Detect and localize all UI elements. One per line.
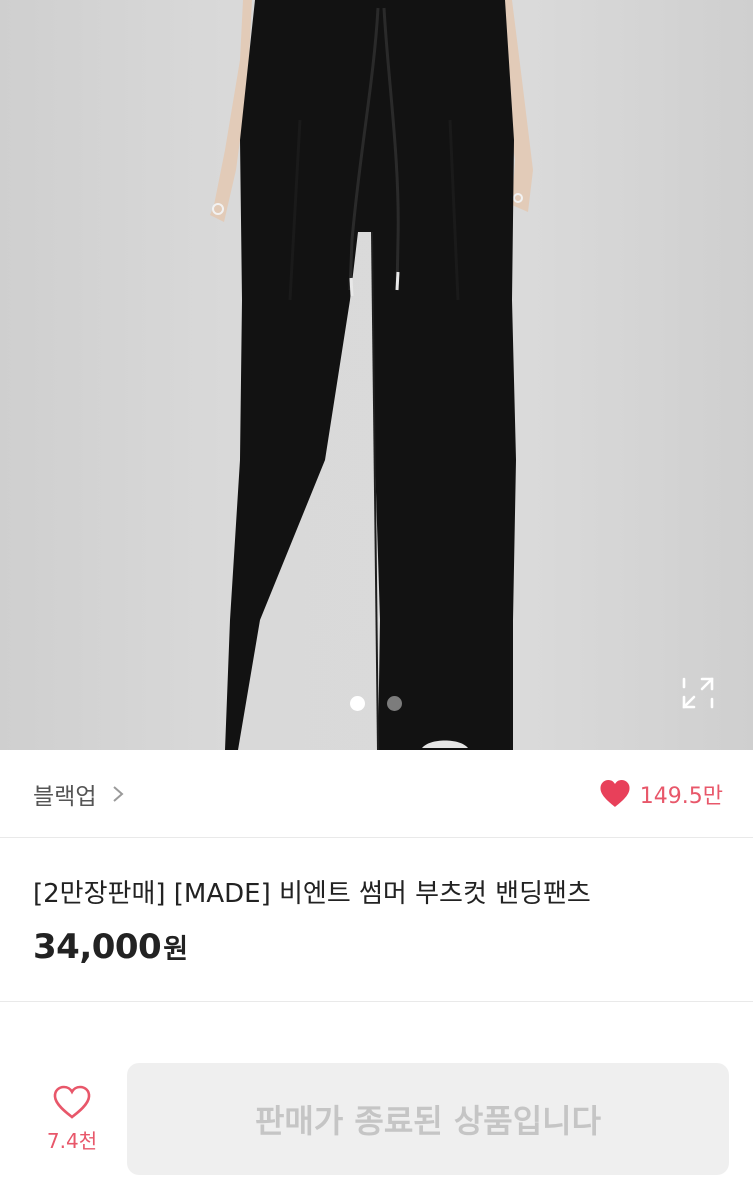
shop-likes-count: 149.5만 bbox=[639, 783, 723, 809]
shop-likes[interactable]: 149.5만 bbox=[599, 778, 723, 810]
gallery-dot-2[interactable] bbox=[387, 696, 402, 711]
shop-name[interactable]: 블랙업 bbox=[33, 777, 96, 811]
gallery-dot-1[interactable] bbox=[350, 696, 365, 711]
price-currency: 원 bbox=[163, 934, 189, 965]
product-image-gallery[interactable] bbox=[0, 0, 753, 750]
sold-out-button[interactable]: 판매가 종료된 상품입니다 bbox=[127, 1063, 729, 1175]
product-title: [2만장판매] [MADE] 비엔트 썸머 부츠컷 밴딩팬츠 bbox=[33, 879, 591, 909]
chevron-right-icon bbox=[113, 785, 125, 802]
product-photo bbox=[210, 0, 533, 750]
wish-button[interactable]: 7.4천 bbox=[40, 1085, 104, 1165]
product-info: [2만장판매] [MADE] 비엔트 썸머 부츠컷 밴딩팬츠 34,000 원 bbox=[0, 839, 753, 1002]
expand-icon[interactable] bbox=[680, 675, 716, 711]
shop-row: 블랙업 149.5만 bbox=[0, 750, 753, 838]
product-price: 34,000 원 bbox=[33, 927, 188, 967]
price-amount: 34,000 bbox=[33, 927, 162, 967]
shop-link[interactable]: 블랙업 bbox=[33, 777, 125, 811]
heart-filled-icon bbox=[600, 780, 630, 807]
gallery-pagination bbox=[350, 696, 402, 711]
wish-count: 7.4천 bbox=[46, 1129, 98, 1153]
heart-outline-icon bbox=[53, 1085, 91, 1119]
